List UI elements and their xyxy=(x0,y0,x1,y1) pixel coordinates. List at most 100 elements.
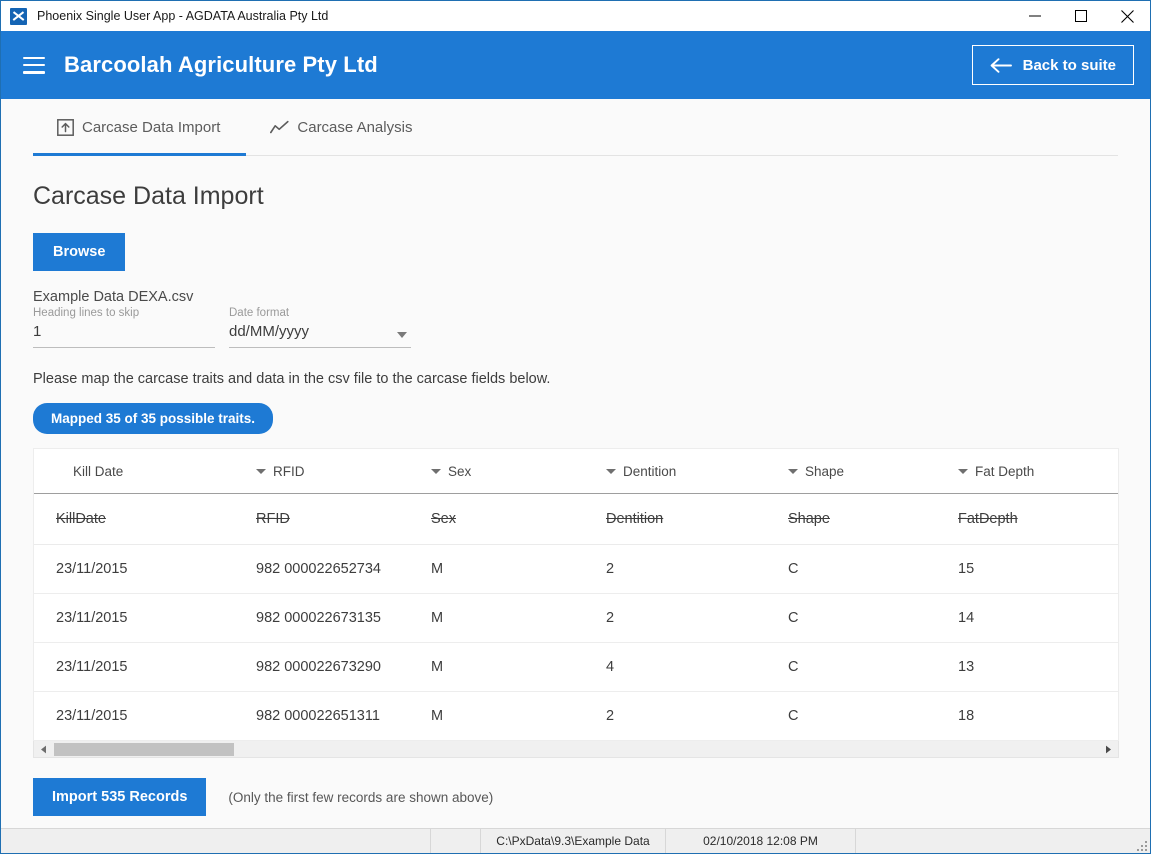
arrow-left-icon xyxy=(990,57,1012,73)
browse-button[interactable]: Browse xyxy=(33,233,126,271)
table-cell: 982 000022651311 xyxy=(256,708,380,724)
table-cell: M xyxy=(431,708,444,724)
table-cell: 2 xyxy=(584,544,766,594)
table-cell: 23/11/2015 xyxy=(34,544,234,594)
csv-header-cell: Sex xyxy=(409,493,584,545)
scrollbar-thumb[interactable] xyxy=(54,742,234,756)
table-cell: M xyxy=(409,593,584,643)
table-cell: M xyxy=(409,642,584,692)
resize-grip-icon[interactable] xyxy=(1137,841,1147,851)
csv-header-cell: RFID xyxy=(234,493,409,545)
chevron-down-icon xyxy=(958,468,968,474)
line-chart-icon xyxy=(270,120,289,134)
table-cell: M xyxy=(409,544,584,594)
mapped-traits-badge: Mapped 35 of 35 possible traits. xyxy=(33,403,274,434)
window-controls xyxy=(1012,1,1150,31)
table-cell: 23/11/2015 xyxy=(56,708,128,724)
trait-selector-label: Shape xyxy=(805,463,845,479)
phoenix-logo-icon xyxy=(10,7,27,25)
table-row: 23/11/2015 982 000022652734 M 2 C 15 xyxy=(34,544,1118,594)
heading-lines-input[interactable]: 1 xyxy=(33,323,215,348)
mapping-table: Kill Date RFID Sex Dentition Shape Fat D… xyxy=(34,449,1118,740)
trait-selector-label: RFID xyxy=(273,463,305,479)
trait-selector-cell[interactable]: Fat Depth xyxy=(936,449,1118,494)
trait-selector-cell[interactable]: Sex xyxy=(409,449,584,494)
tab-bar: Carcase Data Import Carcase Analysis xyxy=(33,99,1118,156)
table-cell: 2 xyxy=(584,593,766,643)
trait-selector-cell[interactable]: Shape xyxy=(766,449,936,494)
triangle-right-icon[interactable] xyxy=(1100,742,1117,757)
heading-lines-to-skip-field: Heading lines to skip 1 xyxy=(33,307,215,348)
table-cell: C xyxy=(766,642,936,692)
table-cell: 23/11/2015 xyxy=(34,642,234,692)
csv-header-cell: Dentition xyxy=(584,493,766,545)
tab-carcase-data-import[interactable]: Carcase Data Import xyxy=(33,100,247,156)
trait-selector-label: Kill Date xyxy=(73,463,124,479)
trait-selector-cell[interactable]: RFID xyxy=(234,449,409,494)
csv-header-cell: FatDepth xyxy=(936,493,1118,545)
csv-header-cell: KillDate xyxy=(34,493,234,545)
window-titlebar: Phoenix Single User App - AGDATA Austral… xyxy=(1,1,1150,31)
import-actions: Import 535 Records (Only the first few r… xyxy=(33,778,1118,816)
status-datetime: 02/10/2018 12:08 PM xyxy=(666,829,856,853)
selected-file-name: Example Data DEXA.csv xyxy=(33,289,194,305)
trait-selector-cell[interactable]: Dentition xyxy=(584,449,766,494)
table-cell: 18 xyxy=(958,708,975,724)
chevron-down-icon xyxy=(788,468,798,474)
status-data-path: C:\PxData\9.3\Example Data xyxy=(481,829,666,853)
close-button[interactable] xyxy=(1104,1,1150,31)
table-cell: 982 000022652734 xyxy=(234,544,409,594)
main-content: Carcase Data Import Carcase Analysis Car… xyxy=(1,99,1150,828)
table-cell: 982 000022673290 xyxy=(234,642,409,692)
table-row: 23/11/2015 982 000022673135 M 2 C 14 xyxy=(34,593,1118,643)
triangle-left-icon[interactable] xyxy=(35,742,52,757)
back-to-suite-button[interactable]: Back to suite xyxy=(971,45,1134,85)
table-cell: C xyxy=(788,708,799,724)
minimize-button[interactable] xyxy=(1012,1,1058,31)
table-cell: 2 xyxy=(606,708,615,724)
status-cell-empty-right xyxy=(856,829,1150,853)
trait-selector-row: Kill Date RFID Sex Dentition Shape Fat D… xyxy=(34,449,1118,494)
app-window: Phoenix Single User App - AGDATA Austral… xyxy=(0,0,1151,854)
import-records-button[interactable]: Import 535 Records xyxy=(33,778,207,816)
import-upload-icon xyxy=(57,119,74,136)
window-title: Phoenix Single User App - AGDATA Austral… xyxy=(37,9,329,23)
status-cell-empty-left xyxy=(1,829,431,853)
tab-label: Carcase Analysis xyxy=(297,119,413,136)
chevron-down-icon[interactable] xyxy=(397,332,407,338)
csv-header-row: KillDate RFID Sex Dentition Shape FatDep… xyxy=(34,493,1118,545)
maximize-button[interactable] xyxy=(1058,1,1104,31)
trait-selector-cell[interactable]: Kill Date xyxy=(34,449,234,494)
import-note: (Only the first few records are shown ab… xyxy=(228,789,494,805)
chevron-down-icon xyxy=(431,468,441,474)
status-cell-empty-mid xyxy=(431,829,481,853)
table-cell: 15 xyxy=(936,544,1118,594)
table-cell: 13 xyxy=(936,642,1118,692)
table-row: 23/11/2015 982 000022673290 M 4 C 13 xyxy=(34,642,1118,692)
import-options-row: Heading lines to skip 1 Date format dd/M… xyxy=(33,307,1118,348)
trait-selector-label: Dentition xyxy=(623,463,677,479)
date-format-label: Date format xyxy=(229,307,290,319)
table-cell: 14 xyxy=(936,593,1118,643)
back-to-suite-label: Back to suite xyxy=(1022,56,1116,74)
date-format-field: Date format dd/MM/yyyy xyxy=(229,307,411,348)
app-header-bar: Barcoolah Agriculture Pty Ltd Back to su… xyxy=(1,31,1150,99)
table-cell: 4 xyxy=(584,642,766,692)
horizontal-scrollbar[interactable] xyxy=(33,741,1119,758)
status-bar: C:\PxData\9.3\Example Data 02/10/2018 12… xyxy=(1,828,1150,853)
trait-selector-label: Sex xyxy=(448,463,472,479)
page-title: Carcase Data Import xyxy=(33,182,264,210)
date-format-select[interactable]: dd/MM/yyyy xyxy=(229,323,411,348)
csv-header-cell: Shape xyxy=(766,493,936,545)
table-cell: C xyxy=(766,593,936,643)
tab-carcase-analysis[interactable]: Carcase Analysis xyxy=(246,100,438,155)
organisation-title: Barcoolah Agriculture Pty Ltd xyxy=(64,52,378,77)
table-cell: 23/11/2015 xyxy=(34,593,234,643)
trait-selector-label: Fat Depth xyxy=(975,463,1035,479)
chevron-down-icon xyxy=(606,468,616,474)
table-cell: 982 000022673135 xyxy=(234,593,409,643)
heading-lines-label: Heading lines to skip xyxy=(33,307,140,319)
tab-label: Carcase Data Import xyxy=(82,119,221,136)
chevron-down-icon xyxy=(256,468,266,474)
hamburger-menu-icon[interactable] xyxy=(23,56,45,74)
